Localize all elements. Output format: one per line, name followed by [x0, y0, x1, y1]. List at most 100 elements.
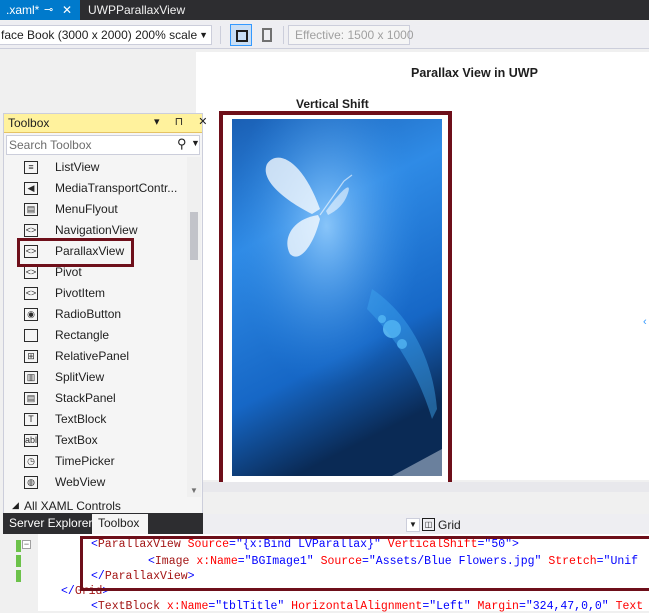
toolbox-item-label: PivotItem: [55, 286, 106, 300]
toolbar-divider: [283, 26, 284, 44]
adorner-marker[interactable]: ‹: [643, 316, 647, 328]
tab-xaml-file[interactable]: .xaml* ⊸ ✕: [0, 0, 80, 20]
toolbox-search-input[interactable]: [9, 137, 169, 153]
control-icon: <>: [24, 266, 38, 279]
tab-toolbox[interactable]: Toolbox: [92, 514, 148, 534]
code-token: =": [208, 600, 223, 613]
tab-server-explorer[interactable]: Server Explorer: [3, 513, 98, 534]
toolbox-item-label: TextBox: [55, 433, 98, 447]
tab-xaml-file-label: .xaml*: [6, 3, 40, 17]
toolbox-item-timepicker[interactable]: ◷ TimePicker: [4, 451, 186, 472]
control-icon: [24, 329, 38, 342]
toolbox-item-relativepanel[interactable]: ⊞ RelativePanel: [4, 346, 186, 367]
toolbox-item-splitview[interactable]: ▥ SplitView: [4, 367, 186, 388]
code-line-5[interactable]: <TextBlock x:Name="tblTitle" HorizontalA…: [91, 600, 643, 613]
vertical-shift-label[interactable]: Vertical Shift: [296, 97, 369, 111]
toolbox-item-mediatransportcontr[interactable]: ◀ MediaTransportContr...: [4, 178, 186, 199]
toolbox-item-label: TextBlock: [55, 412, 107, 426]
control-icon: ◍: [24, 476, 38, 489]
code-token: ": [601, 600, 609, 613]
designer-splitter[interactable]: [203, 482, 649, 492]
scope-dropdown[interactable]: ▼: [406, 518, 420, 532]
document-tab-strip: .xaml* ⊸ ✕ UWPParallaxView: [0, 0, 649, 20]
control-icon: <>: [24, 287, 38, 300]
change-marker: [16, 540, 21, 552]
control-icon: ▤: [24, 203, 38, 216]
close-icon[interactable]: ✕: [62, 0, 72, 20]
pin-icon[interactable]: ⊸: [44, 0, 53, 20]
toolbox-search-box[interactable]: ⚲ ▼: [6, 135, 200, 155]
toolbox-item-label: ListView: [55, 160, 100, 174]
control-icon: ▤: [24, 392, 38, 405]
toolbox-item-label: RadioButton: [55, 307, 122, 321]
code-token: Text: [608, 600, 644, 613]
code-token: 324,47,0,0: [532, 600, 602, 613]
toolbox-window-buttons[interactable]: ▾ ⊓ ✕: [154, 115, 213, 128]
device-preview-value: face Book (3000 x 2000) 200% scale: [1, 28, 198, 42]
toolbox-title: Toolbox: [8, 116, 50, 130]
portrait-device-icon: [236, 30, 248, 42]
code-token: tblTitle: [222, 600, 278, 613]
parallaxview-highlight: [17, 238, 134, 267]
toolbox-item-label: MediaTransportContr...: [55, 181, 178, 195]
code-highlight-box: [80, 536, 649, 591]
control-icon: ⊞: [24, 350, 38, 363]
toolbox-scrollbar[interactable]: [187, 157, 201, 497]
code-token: =": [518, 600, 533, 613]
toolbox-item-rectangle[interactable]: Rectangle: [4, 325, 186, 346]
toolbox-item-stackpanel[interactable]: ▤ StackPanel: [4, 388, 186, 409]
toolbox-item-pivotitem[interactable]: <> PivotItem: [4, 283, 186, 304]
search-icon[interactable]: ⚲: [177, 136, 187, 152]
control-icon: ◀: [24, 182, 38, 195]
code-token: TextBlock: [97, 600, 161, 613]
collapse-arrow-icon: ◢: [12, 500, 19, 510]
collapse-icon[interactable]: −: [22, 540, 31, 549]
toolbox-item-webview[interactable]: ◍ WebView: [4, 472, 186, 493]
tab-uwp-parallax-view[interactable]: UWPParallaxView: [82, 0, 202, 20]
control-icon: ◷: [24, 455, 38, 468]
scroll-down-icon[interactable]: ▼: [190, 486, 198, 495]
page-title[interactable]: Parallax View in UWP: [411, 66, 538, 80]
change-marker: [16, 570, 21, 582]
scope-label[interactable]: Grid: [438, 518, 461, 532]
code-token: =": [422, 600, 437, 613]
landscape-orientation-button[interactable]: [256, 24, 278, 46]
landscape-device-icon: [262, 28, 272, 42]
toolbar-divider: [220, 26, 221, 44]
tool-window-tabs: Server Explorer Toolbox: [3, 513, 203, 534]
toolbox-item-textblock[interactable]: T TextBlock: [4, 409, 186, 430]
toolbox-item-label: NavigationView: [55, 223, 138, 237]
effective-resolution: Effective: 1500 x 1000: [288, 25, 414, 45]
control-icon: ◉: [24, 308, 38, 321]
code-token: Margin: [470, 600, 519, 613]
code-token: ": [463, 600, 471, 613]
toolbox-item-label: RelativePanel: [55, 349, 130, 363]
toolbox-item-listview[interactable]: ≡ ListView: [4, 157, 186, 178]
toolbox-header[interactable]: Toolbox ▾ ⊓ ✕: [4, 114, 207, 133]
toolbox-item-label: StackPanel: [55, 391, 116, 405]
toolbox-item-label: MenuFlyout: [55, 202, 118, 216]
control-icon: T: [24, 413, 38, 426]
code-token: x:Name: [160, 600, 209, 613]
toolbox-list: ≡ ListView ◀ MediaTransportContr... ▤ MenuFly…: [4, 157, 186, 497]
toolbox-item-label: SplitView: [55, 370, 105, 384]
toolbox-item-label: TimePicker: [55, 454, 115, 468]
blue-flowers-image[interactable]: [232, 119, 442, 476]
code-token: HorizontalAlignment: [284, 600, 423, 613]
toolbox-scroll-thumb[interactable]: [190, 212, 198, 260]
control-icon: ≡: [24, 161, 38, 174]
change-marker: [16, 555, 21, 567]
toolbox-item-textbox[interactable]: abl TextBox: [4, 430, 186, 451]
code-token: </: [61, 585, 75, 598]
code-token: <: [91, 600, 98, 613]
toolbox-item-label: Rectangle: [55, 328, 110, 342]
grid-icon: ◫: [422, 518, 435, 531]
portrait-orientation-button[interactable]: [230, 24, 252, 46]
chevron-down-icon[interactable]: ▼: [191, 138, 200, 148]
control-icon: abl: [24, 434, 38, 447]
designer-toolbar: face Book (3000 x 2000) 200% scale ▼ Eff…: [0, 21, 649, 49]
toolbox-item-menuflyout[interactable]: ▤ MenuFlyout: [4, 199, 186, 220]
toolbox-item-radiobutton[interactable]: ◉ RadioButton: [4, 304, 186, 325]
device-preview-select[interactable]: face Book (3000 x 2000) 200% scale ▼: [0, 25, 212, 45]
toolbox-item-label: Pivot: [55, 265, 82, 279]
